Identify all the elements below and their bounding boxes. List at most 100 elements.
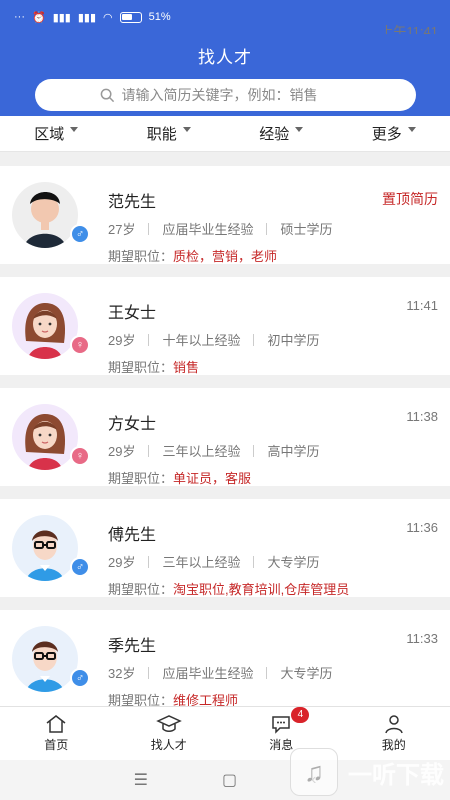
candidate-age: 29岁	[108, 555, 136, 570]
divider	[266, 222, 268, 235]
wifi-icon: ◠	[103, 11, 113, 24]
candidate-education: 大专学历	[280, 666, 333, 681]
chevron-down-icon	[295, 127, 304, 132]
female-gender-icon: ♀	[70, 446, 90, 466]
filter-region[interactable]: 区域	[0, 116, 113, 151]
male-gender-icon: ♂	[70, 557, 90, 577]
message-badge: 4	[291, 707, 310, 723]
candidate-experience: 三年以上经验	[162, 444, 241, 459]
divider	[266, 666, 268, 679]
filter-experience[interactable]: 经验	[225, 116, 338, 151]
search-icon	[100, 88, 114, 102]
divider	[253, 555, 255, 568]
signal-icon: ▮▮▮	[52, 11, 71, 24]
watermark: ♫ 一听下载	[290, 748, 444, 796]
expected-jobs: 期望职位：单证员，客服	[108, 468, 251, 487]
expected-jobs-value: 质检，营销，老师	[173, 249, 278, 264]
candidate-time: 11:41	[406, 298, 438, 313]
chat-icon	[272, 716, 290, 734]
candidate-name: 傅先生	[108, 527, 157, 544]
watermark-text: 一听下载	[348, 761, 444, 789]
avatar	[12, 626, 78, 692]
candidate-time: 11:33	[406, 631, 438, 646]
filter-function[interactable]: 职能	[113, 116, 226, 151]
filter-more[interactable]: 更多	[338, 116, 450, 151]
candidate-card[interactable]: ♂ 傅先生 29岁 三年以上经验 大专学历 期望职位：淘宝职位,教育培训,仓库管…	[0, 499, 450, 597]
page-title: 找人才	[198, 48, 252, 67]
battery-percent: 51%	[148, 11, 171, 23]
expected-jobs-value: 单证员，客服	[173, 471, 252, 486]
tab-home[interactable]: 首页	[0, 707, 113, 760]
divider	[148, 666, 150, 679]
battery-icon	[119, 11, 142, 23]
candidate-age: 29岁	[108, 444, 136, 459]
candidate-card[interactable]: ♀ 王女士 29岁 十年以上经验 初中学历 期望职位：销售 11:41	[0, 277, 450, 375]
search-input[interactable]	[121, 87, 352, 103]
male-gender-icon: ♂	[70, 224, 90, 244]
status-dots: ···	[14, 11, 25, 23]
avatar	[12, 515, 78, 581]
status-bar: 上午11:41 ··· ⏰ ▮▮▮ ▮▮▮ ◠ 51%	[0, 0, 450, 39]
expected-jobs: 期望职位：淘宝职位,教育培训,仓库管理员	[108, 579, 349, 598]
expected-jobs-label: 期望职位：	[108, 360, 174, 375]
male-gender-icon: ♂	[70, 668, 90, 688]
home-icon	[46, 715, 66, 733]
candidate-avatar-wrap: ♂	[12, 626, 90, 692]
tab-find-talent[interactable]: 找人才	[113, 707, 226, 760]
candidate-education: 大专学历	[267, 555, 320, 570]
candidate-avatar-wrap: ♀	[12, 293, 90, 359]
divider	[253, 444, 255, 457]
candidate-education: 高中学历	[267, 444, 320, 459]
home-button-icon[interactable]: ▢	[222, 770, 237, 790]
candidate-experience: 应届毕业生经验	[162, 222, 254, 237]
divider	[148, 444, 150, 457]
chevron-down-icon	[182, 127, 191, 132]
divider	[148, 555, 150, 568]
search-bar[interactable]	[35, 79, 416, 111]
expected-jobs-value: 淘宝职位,教育培训,仓库管理员	[173, 582, 350, 597]
avatar	[12, 404, 78, 470]
expected-jobs-label: 期望职位：	[108, 249, 174, 264]
user-icon	[385, 715, 403, 734]
candidate-name: 范先生	[108, 194, 157, 211]
graduation-cap-icon	[155, 715, 182, 732]
candidate-card[interactable]: ♂ 范先生 27岁 应届毕业生经验 硕士学历 期望职位：质检，营销，老师 置顶简…	[0, 166, 450, 264]
expected-jobs-value: 销售	[173, 360, 200, 375]
signal-icon-2: ▮▮▮	[77, 11, 97, 24]
divider	[253, 333, 255, 346]
avatar	[12, 182, 78, 248]
candidate-name: 方女士	[108, 416, 157, 433]
expected-jobs-label: 期望职位：	[108, 582, 174, 597]
candidate-age: 29岁	[108, 333, 136, 348]
candidate-name: 季先生	[108, 638, 157, 655]
chevron-down-icon	[70, 127, 79, 132]
chevron-down-icon	[407, 127, 416, 132]
expected-jobs: 期望职位：销售	[108, 357, 199, 376]
candidate-card[interactable]: ♀ 方女士 29岁 三年以上经验 高中学历 期望职位：单证员，客服 11:38	[0, 388, 450, 486]
status-icons: ··· ⏰ ▮▮▮ ▮▮▮ ◠ 51%	[14, 11, 171, 24]
divider	[148, 222, 150, 235]
candidate-age: 27岁	[108, 222, 136, 237]
filter-bar: 区域 职能 经验 更多	[0, 116, 450, 152]
candidate-education: 初中学历	[267, 333, 320, 348]
alarm-icon: ⏰	[32, 11, 46, 24]
candidate-education: 硕士学历	[280, 222, 333, 237]
pinned-resume-badge: 置顶简历	[382, 191, 438, 207]
tab-home-label: 首页	[44, 738, 69, 752]
female-gender-icon: ♀	[70, 335, 90, 355]
candidate-meta: 29岁 三年以上经验 高中学历	[108, 441, 320, 460]
page-header: 找人才	[0, 34, 450, 116]
candidate-meta: 29岁 三年以上经验 大专学历	[108, 552, 320, 571]
candidate-experience: 应届毕业生经验	[162, 666, 254, 681]
candidate-time: 11:38	[406, 409, 438, 424]
candidate-meta: 27岁 应届毕业生经验 硕士学历	[108, 219, 333, 238]
avatar	[12, 293, 78, 359]
candidate-experience: 三年以上经验	[162, 555, 241, 570]
candidate-meta: 29岁 十年以上经验 初中学历	[108, 330, 320, 349]
divider	[148, 333, 150, 346]
expected-jobs: 期望职位：质检，营销，老师	[108, 246, 277, 265]
candidate-card[interactable]: ♂ 季先生 32岁 应届毕业生经验 大专学历 期望职位：维修工程师 11:33	[0, 610, 450, 708]
watermark-logo-icon: ♫	[290, 748, 338, 796]
menu-icon[interactable]: ☰	[134, 770, 148, 790]
candidate-name: 王女士	[108, 305, 157, 322]
